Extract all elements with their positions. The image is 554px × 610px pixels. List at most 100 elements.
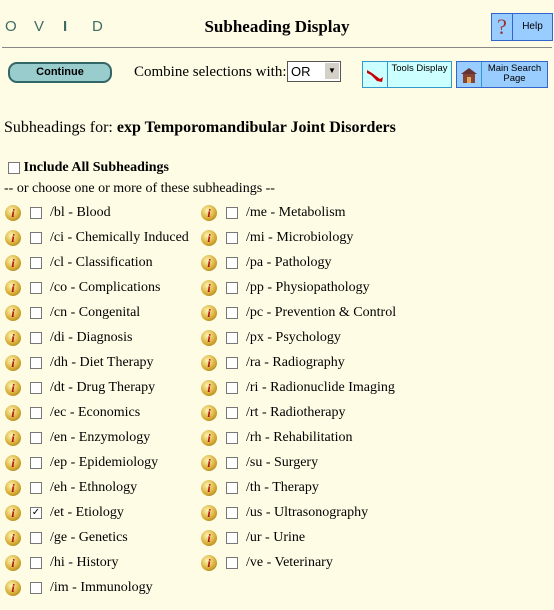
info-icon[interactable]: i [5,380,21,396]
subheading-label: /ep - Epidemiology [50,455,159,470]
subheading-item: i/th - Therapy [201,478,319,498]
info-icon[interactable]: i [5,355,21,371]
subheading-checkbox[interactable] [30,207,42,219]
subheading-checkbox[interactable] [226,257,238,269]
info-icon[interactable]: i [201,305,217,321]
wrench-icon [363,62,388,87]
info-icon[interactable]: i [5,280,21,296]
info-icon[interactable]: i [201,505,217,521]
subheading-checkbox[interactable] [30,432,42,444]
subheading-item: i ✓ /et - Etiology [5,503,124,523]
subheading-item: i/co - Complications [5,278,160,298]
help-button[interactable]: ? Help [491,13,553,41]
subheading-checkbox[interactable] [30,307,42,319]
subheading-checkbox[interactable] [226,482,238,494]
info-icon[interactable]: i [201,280,217,296]
subheading-label: /dh - Diet Therapy [50,355,154,370]
info-icon[interactable]: i [5,305,21,321]
subheading-label: /cl - Classification [50,255,153,270]
subheading-item: i/ep - Epidemiology [5,453,158,473]
info-icon[interactable]: i [201,380,217,396]
info-icon[interactable]: i [5,330,21,346]
subheading-item: i/dh - Diet Therapy [5,353,154,373]
subheading-checkbox[interactable]: ✓ [30,507,42,519]
info-icon[interactable]: i [5,555,21,571]
subheading-label: /ra - Radiography [246,355,345,370]
subheading-item: i/hi - History [5,553,118,573]
info-icon[interactable]: i [201,455,217,471]
subheading-item: i/su - Surgery [201,453,318,473]
info-icon[interactable]: i [201,330,217,346]
include-all-label: Include All Subheadings [23,160,170,175]
subheading-label: /bl - Blood [50,205,111,220]
choose-instruction: -- or choose one or more of these subhea… [4,181,275,196]
info-icon[interactable]: i [5,405,21,421]
info-icon[interactable]: i [201,430,217,446]
subheading-item: i/eh - Ethnology [5,478,137,498]
subheading-item: i/ra - Radiography [201,353,345,373]
subheading-checkbox[interactable] [226,407,238,419]
info-icon[interactable]: i [201,255,217,271]
subheading-checkbox[interactable] [30,282,42,294]
info-icon[interactable]: i [201,555,217,571]
subheading-checkbox[interactable] [30,407,42,419]
subheading-checkbox[interactable] [30,332,42,344]
subheading-checkbox[interactable] [226,432,238,444]
info-icon[interactable]: i [5,255,21,271]
main-search-page-button[interactable]: Main Search Page [456,61,548,88]
subheading-item: i/dt - Drug Therapy [5,378,155,398]
continue-button[interactable]: Continue [8,62,112,83]
info-icon[interactable]: i [201,405,217,421]
subheading-checkbox[interactable] [226,382,238,394]
subheading-checkbox[interactable] [226,532,238,544]
info-icon[interactable]: i [5,505,21,521]
subheading-checkbox[interactable] [30,357,42,369]
subheading-checkbox[interactable] [226,457,238,469]
subheading-checkbox[interactable] [30,482,42,494]
subheading-label: /ci - Chemically Induced [50,230,189,245]
info-icon[interactable]: i [5,205,21,221]
subheading-checkbox[interactable] [226,307,238,319]
info-icon[interactable]: i [5,455,21,471]
tools-display-button[interactable]: Tools Display [362,61,452,88]
subheading-checkbox[interactable] [30,232,42,244]
subheading-item: i/di - Diagnosis [5,328,132,348]
info-icon[interactable]: i [5,580,21,596]
include-all-checkbox[interactable] [8,161,20,174]
info-icon[interactable]: i [5,530,21,546]
subheading-checkbox[interactable] [226,207,238,219]
info-icon[interactable]: i [201,355,217,371]
info-icon[interactable]: i [201,480,217,496]
info-icon[interactable]: i [5,230,21,246]
subheading-label: /rt - Radiotherapy [246,405,346,420]
subheading-label: /di - Diagnosis [50,330,133,345]
info-icon[interactable]: i [5,480,21,496]
subheading-checkbox[interactable] [226,232,238,244]
subheading-label: /ge - Genetics [50,530,128,545]
subheading-item: i/pa - Pathology [201,253,332,273]
subheading-checkbox[interactable] [30,257,42,269]
subheading-label: /su - Surgery [246,455,319,470]
subheading-item: i/en - Enzymology [5,428,150,448]
info-icon[interactable]: i [201,205,217,221]
combine-select[interactable]: OR ▼ [287,61,341,82]
subheading-label: /co - Complications [50,280,161,295]
divider [2,47,552,48]
subheading-checkbox[interactable] [30,532,42,544]
subheading-label: /ur - Urine [246,530,306,545]
subheading-checkbox[interactable] [30,382,42,394]
info-icon[interactable]: i [201,230,217,246]
subheading-checkbox[interactable] [226,357,238,369]
subheading-checkbox[interactable] [30,582,42,594]
info-icon[interactable]: i [201,530,217,546]
subheading-checkbox[interactable] [226,557,238,569]
subheading-checkbox[interactable] [226,507,238,519]
subheading-checkbox[interactable] [30,457,42,469]
subheading-checkbox[interactable] [30,557,42,569]
subheading-item: i/pp - Physiopathology [201,278,370,298]
subheading-checkbox[interactable] [226,332,238,344]
subheading-item: i/px - Psychology [201,328,341,348]
subheading-label: /me - Metabolism [246,205,346,220]
subheading-checkbox[interactable] [226,282,238,294]
info-icon[interactable]: i [5,430,21,446]
